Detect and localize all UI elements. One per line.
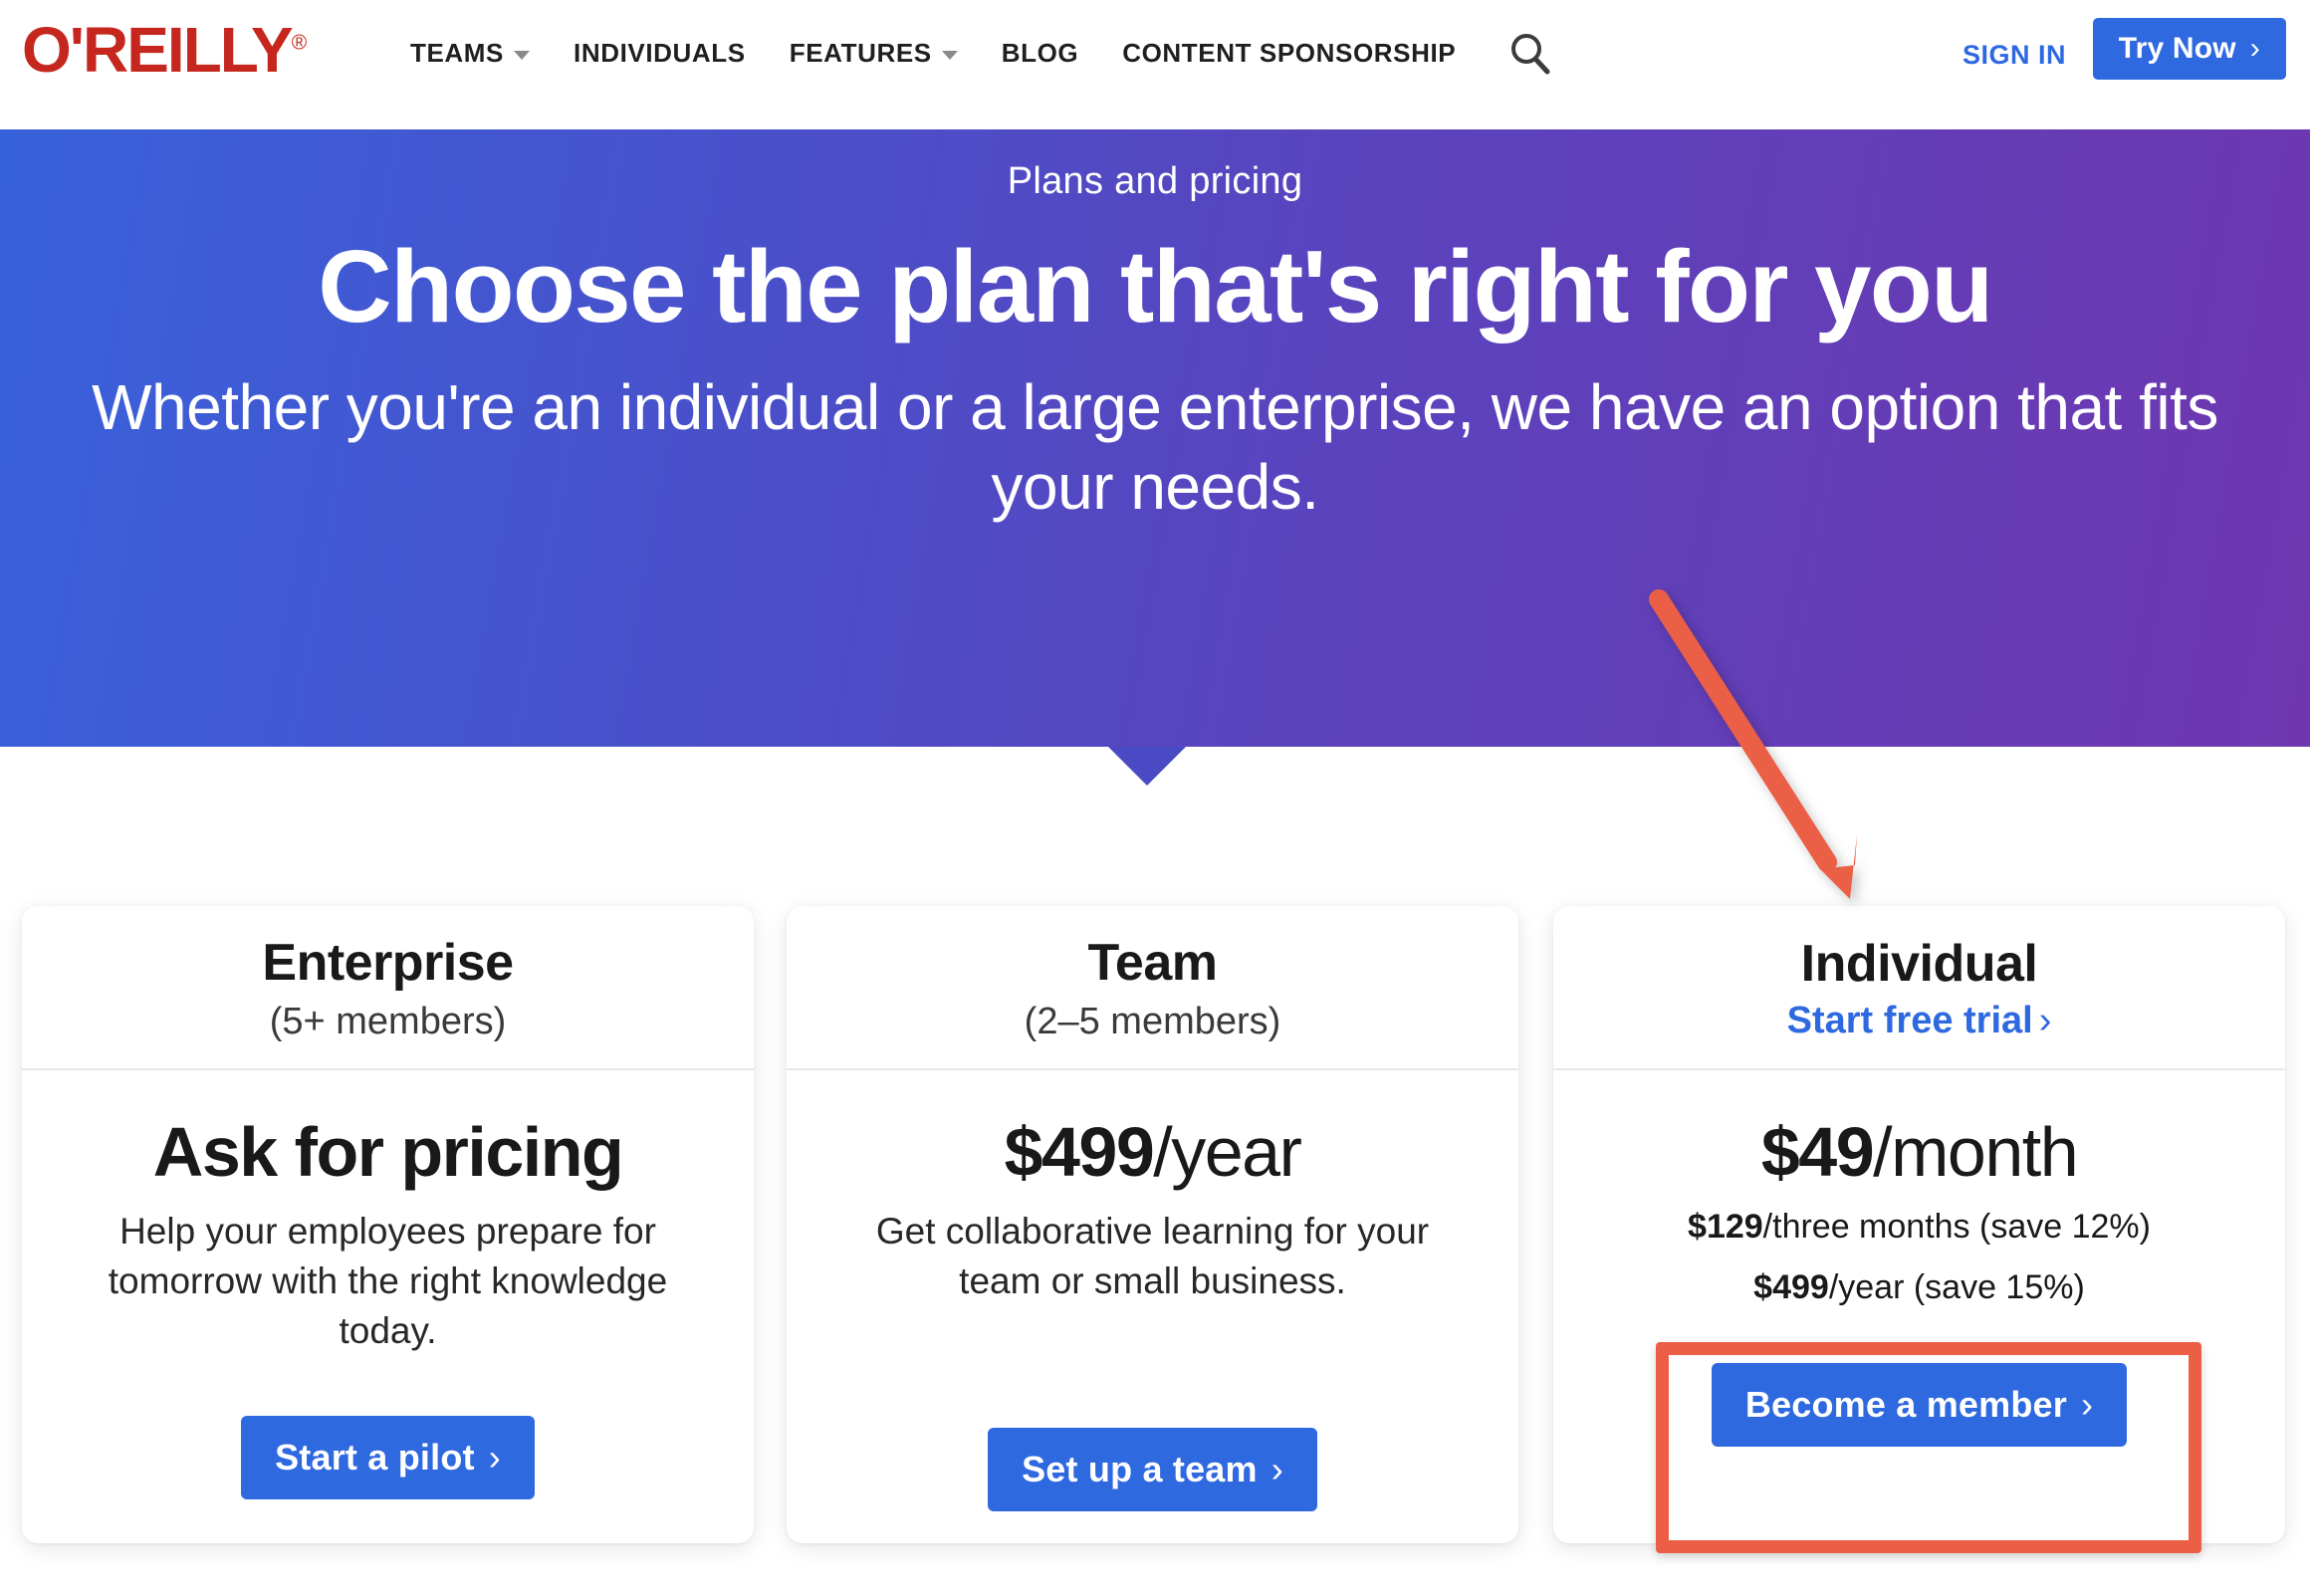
plan-card-body: Ask for pricing Help your employees prep…	[22, 1070, 754, 1543]
plan-name: Enterprise	[262, 934, 514, 993]
plan-name: Individual	[1800, 935, 2038, 994]
pricing-cards: Enterprise (5+ members) Ask for pricing …	[0, 906, 2310, 1543]
plan-price-alt-yearly: $499/year (save 15%)	[1753, 1263, 2085, 1312]
plan-price-period: /year	[1153, 1113, 1302, 1191]
plan-card-body: $499/year Get collaborative learning for…	[787, 1070, 1518, 1543]
hero-notch-triangle	[1108, 747, 1186, 786]
plan-description: Help your employees prepare for tomorrow…	[108, 1211, 668, 1351]
oreilly-logo[interactable]: O'REILLY®	[22, 18, 307, 82]
plan-price-period: /month	[1873, 1113, 2079, 1191]
nav-item-individuals-label: INDIVIDUALS	[574, 38, 746, 68]
plan-card-body: $49/month $129/three months (save 12%) $…	[1553, 1070, 2285, 1543]
plan-price-alt-amount: $499	[1753, 1268, 1829, 1307]
plan-card-header: Individual Start free trial ›	[1553, 906, 2285, 1070]
plan-price-amount: $49	[1760, 1113, 1875, 1191]
plan-card-enterprise: Enterprise (5+ members) Ask for pricing …	[22, 906, 754, 1543]
plan-price-alt-period: /year (save 15%)	[1828, 1268, 2085, 1307]
plan-card-individual: Individual Start free trial › $49/month $…	[1553, 906, 2285, 1543]
nav-item-individuals[interactable]: INDIVIDUALS	[574, 38, 746, 69]
nav-item-blog-label: BLOG	[1001, 38, 1079, 68]
plan-price-alt-amount: $129	[1688, 1208, 1763, 1246]
set-up-a-team-button[interactable]: Set up a team ›	[988, 1427, 1317, 1511]
plan-members: (2–5 members)	[1024, 1001, 1281, 1043]
site-header: O'REILLY® TEAMS INDIVIDUALS FEATURES BLO…	[0, 0, 2310, 129]
start-a-pilot-label: Start a pilot	[275, 1436, 475, 1478]
nav-item-features[interactable]: FEATURES	[790, 38, 958, 69]
main-navigation: TEAMS INDIVIDUALS FEATURES BLOG CONTENT …	[410, 38, 1456, 69]
plan-description: Get collaborative learning for your team…	[875, 1211, 1430, 1301]
plan-card-team: Team (2–5 members) $499/year Get collabo…	[787, 906, 1518, 1543]
chevron-down-icon	[514, 51, 530, 60]
start-free-trial-link[interactable]: Start free trial ›	[1787, 999, 2052, 1044]
plan-price: Ask for pricing	[152, 1113, 624, 1191]
try-now-label: Try Now	[2118, 32, 2236, 65]
chevron-right-icon: ›	[488, 1436, 501, 1478]
plan-price-alt-period: /three months (save 12%)	[1762, 1208, 2151, 1246]
chevron-right-icon: ›	[1270, 1448, 1283, 1489]
set-up-a-team-label: Set up a team	[1022, 1448, 1258, 1489]
registered-mark-icon: ®	[291, 31, 308, 55]
chevron-right-icon: ›	[2249, 32, 2260, 65]
plan-price-amount: $499	[1004, 1113, 1155, 1191]
search-icon[interactable]	[1506, 30, 1554, 78]
hero-banner: Plans and pricing Choose the plan that's…	[0, 129, 2310, 747]
nav-item-blog[interactable]: BLOG	[1002, 38, 1079, 69]
plan-price: $499/year	[1004, 1113, 1302, 1191]
become-a-member-label: Become a member	[1744, 1383, 2067, 1425]
try-now-button[interactable]: Try Now ›	[2092, 18, 2286, 80]
plan-name: Team	[1087, 934, 1218, 993]
plan-card-header: Enterprise (5+ members)	[22, 906, 754, 1070]
hero-eyebrow: Plans and pricing	[1007, 160, 1303, 202]
page-title: Choose the plan that's right for you	[318, 228, 1993, 343]
start-free-trial-label: Start free trial	[1786, 1000, 2033, 1042]
chevron-right-icon: ›	[2038, 1000, 2052, 1042]
nav-item-teams-label: TEAMS	[410, 38, 504, 68]
nav-item-features-label: FEATURES	[789, 38, 932, 68]
nav-item-content-sponsorship[interactable]: CONTENT SPONSORSHIP	[1122, 38, 1456, 69]
chevron-down-icon	[941, 51, 958, 60]
logo-text: O'REILLY	[22, 14, 294, 86]
hero-subtitle: Whether you're an individual or a large …	[92, 370, 2218, 523]
become-a-member-button[interactable]: Become a member ›	[1711, 1362, 2128, 1447]
plan-price: $49/month	[1760, 1113, 2079, 1191]
start-a-pilot-button[interactable]: Start a pilot ›	[241, 1415, 535, 1499]
nav-item-teams[interactable]: TEAMS	[410, 38, 530, 69]
nav-item-content-sponsorship-label: CONTENT SPONSORSHIP	[1122, 38, 1457, 68]
sign-in-link[interactable]: SIGN IN	[1963, 40, 2066, 71]
chevron-right-icon: ›	[2080, 1383, 2094, 1425]
plan-members: (5+ members)	[269, 1001, 507, 1043]
plan-price-amount: Ask for pricing	[152, 1113, 624, 1191]
plan-card-header: Team (2–5 members)	[787, 906, 1518, 1070]
plan-price-alt-quarterly: $129/three months (save 12%)	[1688, 1203, 2151, 1252]
pricing-page: O'REILLY® TEAMS INDIVIDUALS FEATURES BLO…	[0, 0, 2310, 1596]
